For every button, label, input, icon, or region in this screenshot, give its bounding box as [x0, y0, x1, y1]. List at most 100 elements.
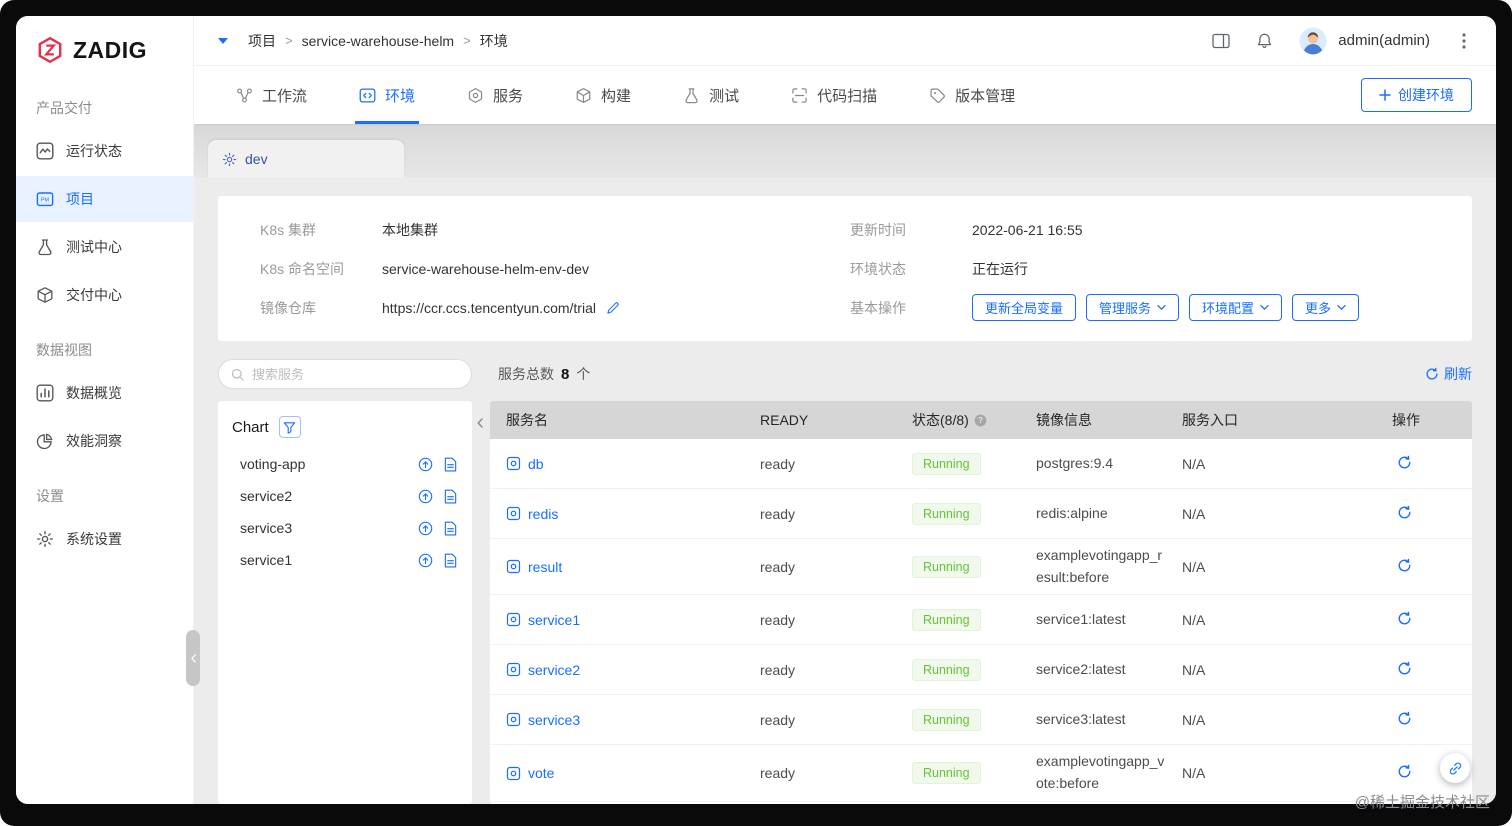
chevron-down-icon	[1260, 303, 1269, 312]
status-badge: Running	[912, 452, 981, 475]
env-tab-dev[interactable]: dev	[208, 140, 404, 178]
env-icon	[359, 87, 376, 104]
delivery-icon	[36, 286, 54, 304]
service-link[interactable]: service1	[506, 612, 760, 628]
restart-service-icon[interactable]	[1397, 661, 1412, 676]
restart-service-icon[interactable]	[1397, 711, 1412, 726]
ready-cell: ready	[760, 558, 796, 575]
watermark: @稀土掘金技术社区	[1354, 794, 1490, 811]
tab-build[interactable]: 构建	[575, 66, 631, 124]
restart-service-icon[interactable]	[1397, 455, 1412, 470]
env-action-button[interactable]: 环境配置	[1189, 294, 1283, 321]
tab-scan[interactable]: 代码扫描	[791, 66, 877, 124]
refresh-icon	[1425, 367, 1439, 381]
status-badge: Running	[912, 608, 981, 631]
action-cell	[1392, 505, 1472, 523]
chart-service-item[interactable]: voting-app	[218, 448, 472, 480]
zadig-app-window: ZADIG 产品交付 运行状态 PM 项目 测试中心 交付中心 数据视图 数据概览 效能洞察 设置…	[16, 16, 1496, 804]
refresh-label: 刷新	[1444, 366, 1472, 382]
breadcrumb-item[interactable]: 环境	[480, 31, 508, 51]
zadig-logo[interactable]: ZADIG	[16, 16, 193, 78]
service-detail-icon[interactable]	[443, 457, 458, 472]
env-action-button[interactable]: 管理服务	[1086, 294, 1180, 321]
tab-env[interactable]: 环境	[355, 66, 420, 124]
upgrade-service-icon[interactable]	[418, 489, 433, 504]
chart-service-item[interactable]: service2	[218, 480, 472, 512]
plus-icon	[1379, 89, 1391, 101]
env-action-label: 更新全局变量	[985, 301, 1064, 316]
refresh-button[interactable]: 刷新	[1425, 364, 1472, 384]
sidebar-item-insight[interactable]: 效能洞察	[16, 418, 193, 464]
more-options-icon[interactable]	[1456, 32, 1472, 49]
tab-label: 服务	[493, 87, 524, 105]
service-detail-icon[interactable]	[443, 521, 458, 536]
env-info-value: 本地集群	[382, 221, 438, 238]
docs-panel-icon[interactable]	[1212, 32, 1230, 50]
upgrade-service-icon[interactable]	[418, 521, 433, 536]
entry-cell: N/A	[1182, 455, 1206, 472]
sidebar-item-status[interactable]: 运行状态	[16, 128, 193, 174]
service-link[interactable]: result	[506, 559, 760, 575]
sidebar-item-delivery[interactable]: 交付中心	[16, 272, 193, 318]
tabs: 工作流 环境 服务 构建 测试 代码扫描 版本管理	[236, 66, 1015, 124]
chart-service-item[interactable]: service3	[218, 512, 472, 544]
env-gear-icon	[222, 152, 237, 167]
upgrade-service-icon[interactable]	[418, 457, 433, 472]
restart-service-icon[interactable]	[1397, 764, 1412, 779]
env-action-button[interactable]: 更新全局变量	[972, 294, 1077, 321]
sidebar-nav: 产品交付 运行状态 PM 项目 测试中心 交付中心 数据视图 数据概览 效能洞察 设置 系统设置	[16, 78, 193, 562]
edit-registry-icon[interactable]	[606, 301, 620, 315]
project-switcher-caret-icon[interactable]	[218, 36, 228, 46]
test-icon	[683, 87, 700, 104]
search-input[interactable]	[252, 366, 459, 382]
table-row: redis ready Running redis:alpine N/A	[490, 489, 1472, 539]
gear-icon	[36, 530, 54, 548]
service-detail-icon[interactable]	[443, 489, 458, 504]
sidebar-item-test[interactable]: 测试中心	[16, 224, 193, 270]
notifications-bell-icon[interactable]	[1256, 32, 1273, 49]
chart-service-item[interactable]: service1	[218, 544, 472, 576]
share-link-floating-button[interactable]	[1440, 753, 1470, 783]
env-info-row: 环境状态 正在运行	[850, 249, 1430, 288]
chart-filter-button[interactable]	[278, 416, 301, 438]
workflow-icon	[236, 87, 253, 104]
service-detail-icon[interactable]	[443, 553, 458, 568]
service-name: result	[528, 558, 563, 575]
service-search[interactable]	[218, 359, 472, 389]
sidebar-item-label: 测试中心	[66, 239, 122, 255]
tab-service[interactable]: 服务	[467, 66, 523, 124]
filter-funnel-icon	[283, 421, 296, 434]
restart-service-icon[interactable]	[1397, 558, 1412, 573]
search-icon	[231, 368, 244, 381]
service-icon	[506, 612, 521, 627]
image-cell: service3:latest	[1036, 711, 1126, 728]
service-name-cell: service1	[506, 612, 760, 628]
tab-version[interactable]: 版本管理	[929, 66, 1015, 124]
sidebar-item-label: 项目	[66, 191, 94, 207]
breadcrumb-item[interactable]: 项目	[248, 31, 276, 51]
service-link[interactable]: service3	[506, 712, 760, 728]
sidebar-collapse-handle[interactable]	[186, 630, 200, 686]
service-link[interactable]: redis	[506, 506, 760, 522]
status-cell: Running	[912, 658, 1036, 681]
upgrade-service-icon[interactable]	[418, 553, 433, 568]
breadcrumb-item[interactable]: service-warehouse-helm	[302, 33, 455, 49]
service-link[interactable]: service2	[506, 662, 760, 678]
sidebar-item-gear[interactable]: 系统设置	[16, 516, 193, 562]
service-total-count: 8	[561, 366, 570, 383]
tab-test[interactable]: 测试	[683, 66, 739, 124]
sidebar-item-project[interactable]: PM 项目	[16, 176, 193, 222]
restart-service-icon[interactable]	[1397, 611, 1412, 626]
user-menu[interactable]: admin(admin)	[1299, 27, 1430, 55]
breadcrumb: 项目 > service-warehouse-helm > 环境	[248, 31, 508, 51]
tab-workflow[interactable]: 工作流	[236, 66, 307, 124]
service-link[interactable]: vote	[506, 765, 760, 781]
create-env-button[interactable]: 创建环境	[1361, 78, 1472, 112]
status-help-icon[interactable]: ?	[974, 414, 987, 427]
restart-service-icon[interactable]	[1397, 505, 1412, 520]
sidebar-item-overview[interactable]: 数据概览	[16, 370, 193, 416]
tab-label: 环境	[385, 87, 416, 105]
env-action-button[interactable]: 更多	[1292, 294, 1360, 321]
service-link[interactable]: db	[506, 456, 760, 472]
collapse-chart-panel-icon[interactable]	[475, 418, 485, 428]
